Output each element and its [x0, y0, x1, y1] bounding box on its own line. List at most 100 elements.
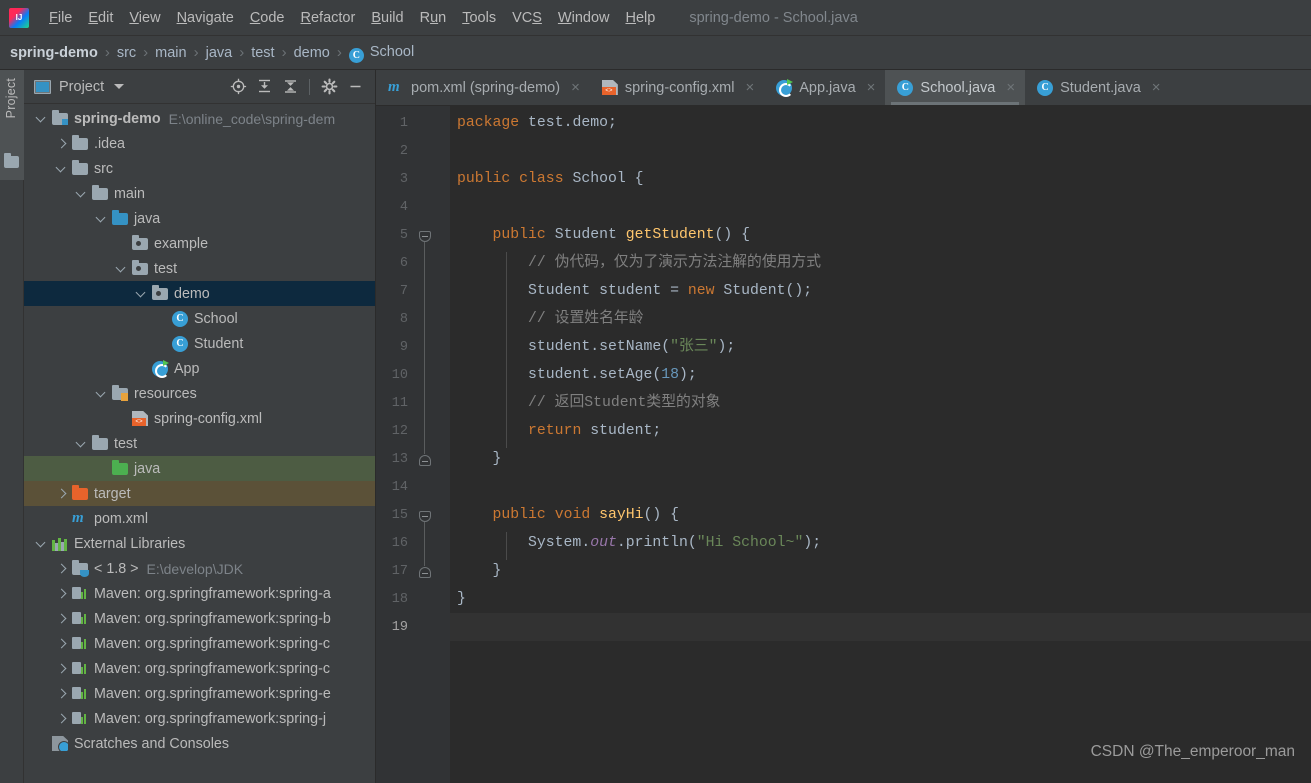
- chevron-right-icon[interactable]: [56, 138, 68, 150]
- tree-node-maven-org-springframework-spring-c[interactable]: Maven: org.springframework:spring-c: [24, 656, 375, 681]
- breadcrumb-item-main[interactable]: main: [155, 44, 186, 62]
- stripe-tab-project-label[interactable]: Project: [4, 78, 18, 118]
- menu-item-edit[interactable]: Edit: [80, 7, 121, 29]
- close-icon[interactable]: ×: [1148, 79, 1161, 96]
- chevron-down-icon[interactable]: [36, 113, 48, 125]
- chevron-down-icon[interactable]: [76, 188, 88, 200]
- breadcrumb-item-school[interactable]: C School: [348, 43, 414, 63]
- tree-node-maven-org-springframework-spring-j[interactable]: Maven: org.springframework:spring-j: [24, 706, 375, 731]
- close-icon[interactable]: ×: [863, 79, 876, 96]
- chevron-right-icon[interactable]: [56, 638, 68, 650]
- tree-node-java[interactable]: java: [24, 456, 375, 481]
- chevron-right-icon[interactable]: [56, 663, 68, 675]
- fold-expanded-icon[interactable]: [419, 511, 431, 522]
- chevron-right-icon[interactable]: [56, 688, 68, 700]
- menu-item-file[interactable]: File: [41, 7, 80, 29]
- gear-icon[interactable]: [317, 75, 341, 99]
- collapse-all-icon[interactable]: [278, 75, 302, 99]
- chevron-down-icon[interactable]: [116, 263, 128, 275]
- project-tree[interactable]: spring-demo E:\online_code\spring-dem .ide…: [24, 104, 375, 756]
- tree-node-maven-org-springframework-spring-e[interactable]: Maven: org.springframework:spring-e: [24, 681, 375, 706]
- code-editor[interactable]: 1 2 3 4 5 6 7 8 9 10 11 12 13 14 15 16 17 18 19 package te…: [376, 106, 1311, 783]
- chevron-down-icon[interactable]: [136, 288, 148, 300]
- tree-node-test[interactable]: test: [24, 256, 375, 281]
- tree-node-resources[interactable]: resources: [24, 381, 375, 406]
- fold-end-icon[interactable]: [419, 567, 431, 578]
- chevron-down-icon[interactable]: [96, 213, 108, 225]
- package-icon: [132, 259, 148, 276]
- tree-node--1-8-[interactable]: < 1.8 > E:\develop\JDK: [24, 556, 375, 581]
- menu-item-view[interactable]: View: [121, 7, 168, 29]
- menu-item-refactor[interactable]: Refactor: [293, 7, 364, 29]
- locate-icon[interactable]: [226, 75, 250, 99]
- code-line: }: [457, 557, 502, 585]
- code-token: package: [457, 115, 520, 131]
- tree-node-label: Student: [194, 335, 244, 352]
- chevron-down-icon[interactable]: [76, 438, 88, 450]
- editor-tab-school-java[interactable]: C School.java ×: [885, 70, 1026, 105]
- tree-node-spring-config-xml[interactable]: spring-config.xml: [24, 406, 375, 431]
- tree-node-main[interactable]: main: [24, 181, 375, 206]
- close-icon[interactable]: ×: [741, 79, 754, 96]
- minimize-icon[interactable]: [343, 75, 367, 99]
- tree-node-external-libraries[interactable]: External Libraries: [24, 531, 375, 556]
- editor-code-area[interactable]: package test.demo; public class School { …: [450, 106, 1311, 783]
- menu-item-navigate[interactable]: Navigate: [169, 7, 242, 29]
- indent-guide: [506, 252, 507, 448]
- tree-node-maven-org-springframework-spring-c[interactable]: Maven: org.springframework:spring-c: [24, 631, 375, 656]
- menu-item-code[interactable]: Code: [242, 7, 293, 29]
- fold-end-icon[interactable]: [419, 455, 431, 466]
- chevron-down-icon[interactable]: [114, 84, 125, 89]
- tree-node-app[interactable]: App: [24, 356, 375, 381]
- breadcrumb-separator: ›: [143, 44, 149, 61]
- close-icon[interactable]: ×: [567, 79, 580, 96]
- tree-node-label: spring-config.xml: [154, 410, 263, 427]
- tree-node-test[interactable]: test: [24, 431, 375, 456]
- maven-pom-icon: m: [72, 510, 84, 526]
- menu-item-vcs[interactable]: VCS: [504, 7, 550, 29]
- tree-node-school[interactable]: C School: [24, 306, 375, 331]
- menu-item-tools[interactable]: Tools: [454, 7, 504, 29]
- breadcrumb-item-src[interactable]: src: [117, 44, 136, 62]
- editor-tab-bar[interactable]: mpom.xml (spring-demo)×spring-config.xml…: [376, 70, 1311, 106]
- module-folder-icon: [52, 109, 68, 126]
- chevron-down-icon[interactable]: [96, 388, 108, 400]
- tree-node-java[interactable]: java: [24, 206, 375, 231]
- breadcrumb[interactable]: spring-demo › src › main › java › test › demo › C Sch…: [0, 36, 1311, 70]
- editor-gutter[interactable]: 1 2 3 4 5 6 7 8 9 10 11 12 13 14 15 16 17 18 19: [376, 106, 450, 783]
- breadcrumb-item-java[interactable]: java: [206, 44, 233, 62]
- tree-node-label: .idea: [94, 135, 126, 152]
- chevron-right-icon[interactable]: [56, 588, 68, 600]
- chevron-right-icon[interactable]: [56, 613, 68, 625]
- editor-tab-app-java[interactable]: App.java ×: [764, 70, 885, 105]
- tree-node--idea[interactable]: .idea: [24, 131, 375, 156]
- tree-node-pom-xml[interactable]: m pom.xml: [24, 506, 375, 531]
- chevron-down-icon[interactable]: [36, 538, 48, 550]
- breadcrumb-item-test[interactable]: test: [251, 44, 274, 62]
- breadcrumb-item-spring-demo[interactable]: spring-demo: [10, 44, 98, 62]
- expand-all-icon[interactable]: [252, 75, 276, 99]
- tree-node-example[interactable]: example: [24, 231, 375, 256]
- close-icon[interactable]: ×: [1002, 79, 1015, 96]
- breadcrumb-item-demo[interactable]: demo: [294, 44, 330, 62]
- menu-item-build[interactable]: Build: [363, 7, 411, 29]
- chevron-right-icon[interactable]: [56, 488, 68, 500]
- menu-item-window[interactable]: Window: [550, 7, 618, 29]
- tree-node-maven-org-springframework-spring-a[interactable]: Maven: org.springframework:spring-a: [24, 581, 375, 606]
- chevron-right-icon[interactable]: [56, 563, 68, 575]
- editor-tab-spring-config-xml[interactable]: spring-config.xml ×: [590, 70, 764, 105]
- editor-tab-pom-xml-spring-demo-[interactable]: m pom.xml (spring-demo) ×: [376, 70, 590, 105]
- tree-node-spring-demo[interactable]: spring-demo E:\online_code\spring-dem: [24, 106, 375, 131]
- tree-node-scratches-and-consoles[interactable]: Scratches and Consoles: [24, 731, 375, 756]
- tree-node-demo[interactable]: demo: [24, 281, 375, 306]
- chevron-right-icon[interactable]: [56, 713, 68, 725]
- tree-node-src[interactable]: src: [24, 156, 375, 181]
- chevron-down-icon[interactable]: [56, 163, 68, 175]
- menu-item-run[interactable]: Run: [412, 7, 455, 29]
- tree-node-maven-org-springframework-spring-b[interactable]: Maven: org.springframework:spring-b: [24, 606, 375, 631]
- editor-tab-student-java[interactable]: C Student.java ×: [1025, 70, 1170, 105]
- tree-node-student[interactable]: C Student: [24, 331, 375, 356]
- tree-node-target[interactable]: target: [24, 481, 375, 506]
- fold-expanded-icon[interactable]: [419, 231, 431, 242]
- menu-item-help[interactable]: Help: [617, 7, 663, 29]
